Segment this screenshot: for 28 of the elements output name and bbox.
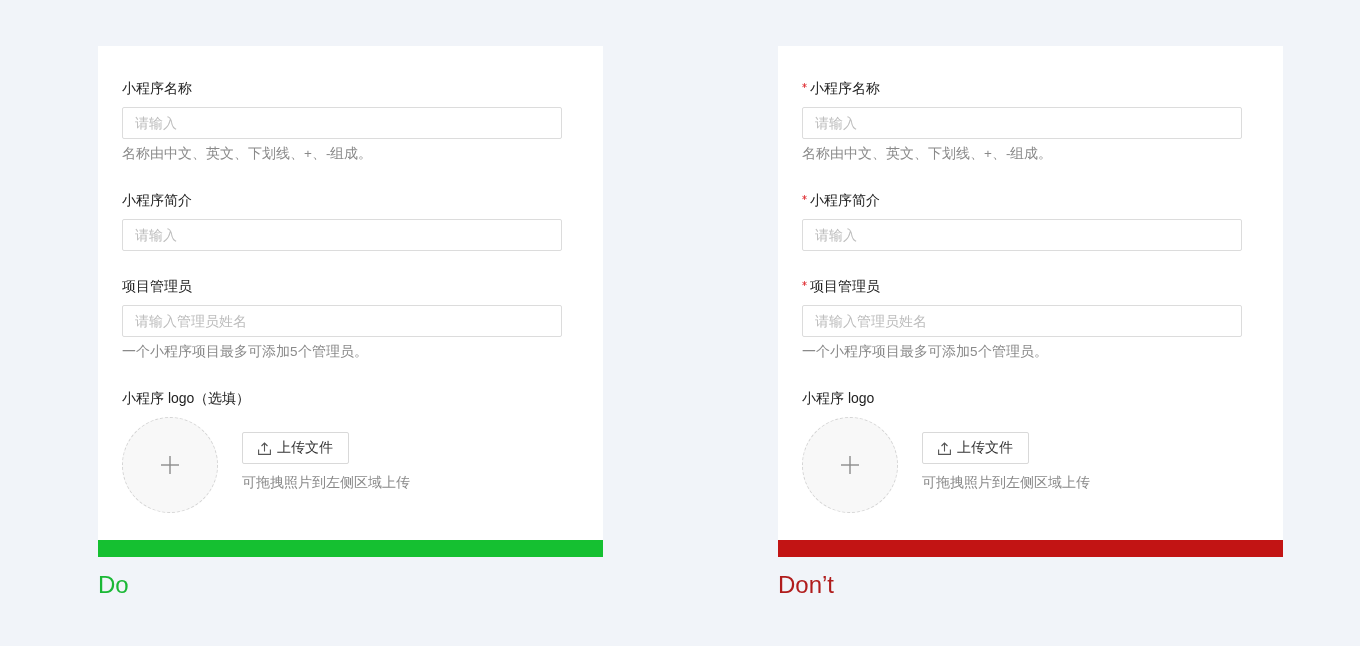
text-input[interactable]: 请输入 <box>802 107 1242 139</box>
text-input[interactable]: 请输入 <box>122 107 562 139</box>
hint-text: 一个小程序项目最多可添加5个管理员。 <box>802 343 1049 361</box>
field-label: 小程序名称 <box>122 79 192 98</box>
field-label: 小程序简介 <box>122 191 192 210</box>
field-label: 小程序名称 <box>810 79 880 98</box>
text-input[interactable]: 请输入 <box>802 219 1242 251</box>
hint-text: 名称由中文、英文、下划线、+、-组成。 <box>122 145 374 163</box>
hint-text: 一个小程序项目最多可添加5个管理员。 <box>122 343 369 361</box>
upload-icon <box>258 441 271 455</box>
hint-text: 可拖拽照片到左侧区域上传 <box>922 474 1090 492</box>
plus-icon <box>841 456 859 474</box>
text-input[interactable]: 请输入管理员姓名 <box>802 305 1242 337</box>
hint-text: 可拖拽照片到左侧区域上传 <box>242 474 410 492</box>
plus-icon <box>161 456 179 474</box>
field-label: 小程序 logo（选填） <box>122 389 251 408</box>
text-input[interactable]: 请输入管理员姓名 <box>122 305 562 337</box>
field-label: 项目管理员 <box>122 277 192 296</box>
text-input[interactable]: 请输入 <box>122 219 562 251</box>
verdict-label: Do <box>98 571 129 599</box>
upload-button[interactable]: 上传文件 <box>242 432 349 464</box>
hint-text: 名称由中文、英文、下划线、+、-组成。 <box>802 145 1054 163</box>
upload-button[interactable]: 上传文件 <box>922 432 1029 464</box>
field-label: 小程序简介 <box>810 191 880 210</box>
field-label: 项目管理员 <box>810 277 880 296</box>
upload-icon <box>938 441 951 455</box>
verdict-label: Don’t <box>778 571 835 599</box>
field-label: 小程序 logo <box>802 389 875 408</box>
